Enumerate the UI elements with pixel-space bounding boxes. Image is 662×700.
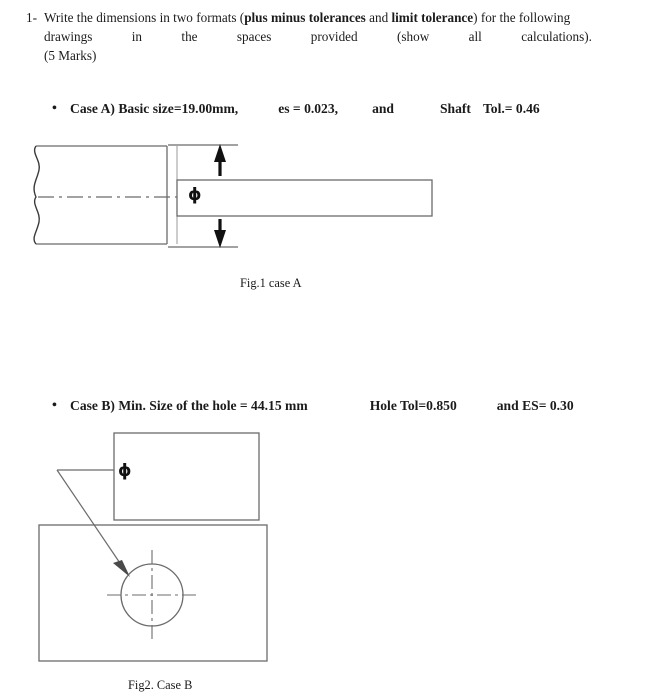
question-number: 1- <box>26 10 37 25</box>
question-bold-plus-minus: plus minus tolerances <box>244 10 366 25</box>
question-word-calculations: calculations). <box>521 29 592 44</box>
hole-circle <box>120 563 184 627</box>
figure-1-shaft-drawing <box>33 144 433 248</box>
figure-2-plate-drawing <box>38 432 268 662</box>
plate-outline <box>38 524 268 662</box>
question-word-the: the <box>181 29 198 44</box>
question-word-show: (show <box>397 29 430 44</box>
case-a-conjunction: and <box>372 101 394 116</box>
figure-2-caption: Fig2. Case B <box>128 678 193 692</box>
case-b-answer-box[interactable] <box>113 432 260 521</box>
case-a-bullet-icon: • <box>52 101 57 116</box>
question-line-1-text-b: and <box>365 10 392 25</box>
case-b-bullet-icon: • <box>52 398 57 413</box>
question-line-3: (5 Marks) <box>44 48 97 63</box>
question-line-2: drawings in the spaces provided (show al… <box>26 27 592 46</box>
case-a-answer-box[interactable] <box>176 179 433 217</box>
question-bold-limit: limit tolerance <box>391 10 474 25</box>
question-word-all: all <box>468 29 482 44</box>
case-b-param-hole-tol: Hole Tol=0.850 <box>369 398 457 413</box>
diameter-symbol-case-a: ϕ <box>188 185 202 205</box>
question-word-spaces: spaces <box>236 29 272 44</box>
question-line-1: 1- Write the dimensions in two formats (p… <box>26 8 594 27</box>
case-a-param-es: es = 0.023, <box>278 101 339 116</box>
dimension-arrow-down <box>214 219 226 248</box>
diameter-symbol-case-b: ϕ <box>118 461 132 481</box>
question-word-drawings: drawings <box>44 29 93 44</box>
case-a-param-tol: Tol.= 0.46 <box>482 101 540 116</box>
question-line-1-text-c: ) for the following <box>473 10 571 25</box>
document-page: 1- Write the dimensions in two formats (p… <box>0 0 662 700</box>
case-a-label: Case A) Basic size=19.00mm, <box>70 101 239 116</box>
case-b-heading: • Case B) Min. Size of the hole = 44.15 m… <box>52 398 574 414</box>
case-a-param-shaft: Shaft <box>439 101 471 116</box>
question-line-1-text-a: Write the dimensions in two formats ( <box>44 10 245 25</box>
case-a-heading: • Case A) Basic size=19.00mm, es = 0.023, a… <box>52 101 540 117</box>
leader-arrowhead-icon <box>113 560 130 577</box>
question-word-provided: provided <box>310 29 358 44</box>
question-word-in: in <box>131 29 143 44</box>
figure-1-caption: Fig.1 case A <box>240 276 302 290</box>
dimension-arrow-up <box>214 144 226 176</box>
case-b-label: Case B) Min. Size of the hole = 44.15 mm <box>70 398 308 413</box>
question-block: 1- Write the dimensions in two formats (p… <box>26 8 594 65</box>
shaft-break-line <box>33 145 40 245</box>
leader-line <box>56 469 127 573</box>
case-b-param-es: and ES= 0.30 <box>496 398 574 413</box>
